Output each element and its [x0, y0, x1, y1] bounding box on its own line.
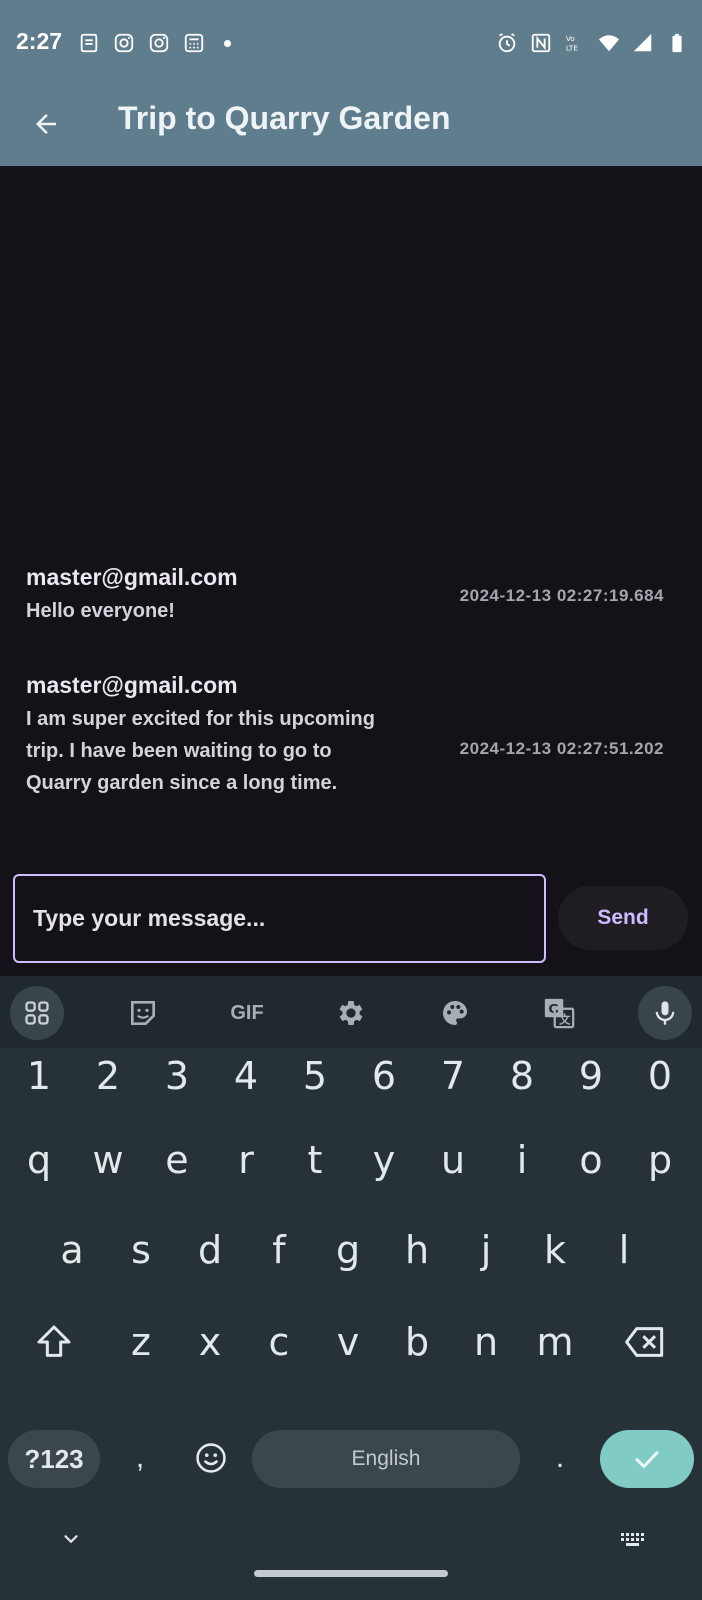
instagram-icon — [149, 33, 169, 53]
message-timestamp: 2024-12-13 02:27:19.684 — [459, 586, 664, 605]
key-h[interactable]: h — [387, 1220, 447, 1280]
enter-key[interactable] — [600, 1430, 694, 1488]
message-input[interactable] — [13, 874, 546, 963]
key-v[interactable]: v — [318, 1312, 378, 1372]
composer: Send — [0, 866, 702, 976]
signal-icon — [633, 33, 652, 52]
key-3[interactable]: 3 — [147, 1046, 207, 1106]
key-r[interactable]: r — [216, 1130, 276, 1190]
key-t[interactable]: t — [285, 1130, 345, 1190]
key-j[interactable]: j — [456, 1220, 516, 1280]
key-u[interactable]: u — [423, 1130, 483, 1190]
key-o[interactable]: o — [561, 1130, 621, 1190]
key-g[interactable]: g — [318, 1220, 378, 1280]
backspace-icon — [625, 1327, 664, 1357]
comma-key[interactable]: , — [120, 1428, 160, 1488]
system-icons: Vo LTE — [496, 32, 688, 54]
chat-list[interactable]: master@gmail.com Hello everyone! 2024-12… — [0, 166, 702, 866]
key-e[interactable]: e — [147, 1130, 207, 1190]
alarm-icon — [498, 33, 516, 53]
shift-key[interactable] — [24, 1312, 84, 1372]
key-5[interactable]: 5 — [285, 1046, 345, 1106]
key-c[interactable]: c — [249, 1312, 309, 1372]
svg-text:Vo: Vo — [566, 34, 575, 43]
app-bar: Trip to Quarry Garden — [0, 86, 702, 166]
check-icon — [635, 1451, 659, 1468]
key-x[interactable]: x — [180, 1312, 240, 1372]
key-m[interactable]: m — [525, 1312, 585, 1372]
sticker-icon[interactable] — [116, 986, 170, 1040]
message-item: master@gmail.com I am super excited for … — [26, 672, 676, 799]
nfc-icon — [531, 33, 551, 53]
key-z[interactable]: z — [111, 1312, 171, 1372]
soft-keyboard: GIF G文 1 2 3 4 5 6 7 8 9 0 q w e r t y u — [0, 976, 702, 1600]
key-p[interactable]: p — [630, 1130, 690, 1190]
key-q[interactable]: q — [9, 1130, 69, 1190]
key-7[interactable]: 7 — [423, 1046, 483, 1106]
back-button[interactable] — [26, 104, 66, 144]
key-y[interactable]: y — [354, 1130, 414, 1190]
key-n[interactable]: n — [456, 1312, 516, 1372]
symbols-key[interactable]: ?123 — [8, 1430, 100, 1488]
key-2[interactable]: 2 — [78, 1046, 138, 1106]
battery-icon — [672, 33, 682, 53]
hide-keyboard-button[interactable] — [56, 1524, 86, 1554]
period-key[interactable]: . — [540, 1428, 580, 1488]
wifi-icon — [598, 35, 620, 52]
key-b[interactable]: b — [387, 1312, 447, 1372]
gif-button[interactable]: GIF — [220, 986, 274, 1040]
key-f[interactable]: f — [249, 1220, 309, 1280]
key-d[interactable]: d — [180, 1220, 240, 1280]
message-text: I am super excited for this upcoming tri… — [26, 708, 375, 794]
message-timestamp: 2024-12-13 02:27:51.202 — [459, 739, 664, 758]
settings-icon[interactable] — [324, 986, 378, 1040]
translate-icon[interactable]: G文 — [532, 986, 586, 1040]
palette-icon[interactable] — [428, 986, 482, 1040]
apps-icon[interactable] — [10, 986, 64, 1040]
key-6[interactable]: 6 — [354, 1046, 414, 1106]
key-s[interactable]: s — [111, 1220, 171, 1280]
key-k[interactable]: k — [525, 1220, 585, 1280]
space-key[interactable]: English — [252, 1430, 520, 1488]
mic-icon[interactable] — [638, 986, 692, 1040]
emoji-key[interactable] — [186, 1428, 236, 1488]
volte-icon: VoLTE — [566, 34, 579, 52]
arrow-back-icon — [36, 114, 56, 134]
key-1[interactable]: 1 — [9, 1046, 69, 1106]
keyboard-toolbar: GIF G文 — [0, 976, 702, 1048]
svg-text:文: 文 — [559, 1013, 571, 1027]
status-bar: 2:27 Vo LTE — [0, 0, 702, 86]
home-indicator[interactable] — [254, 1570, 448, 1577]
key-w[interactable]: w — [78, 1130, 138, 1190]
backspace-key[interactable] — [615, 1312, 675, 1372]
notification-icons — [78, 32, 231, 54]
send-button[interactable]: Send — [558, 886, 688, 950]
chevron-down-icon — [64, 1535, 78, 1544]
svg-text:LTE: LTE — [566, 43, 579, 52]
key-4[interactable]: 4 — [216, 1046, 276, 1106]
message-sender: master@gmail.com — [26, 672, 238, 698]
key-0[interactable]: 0 — [630, 1046, 690, 1106]
dot-icon — [224, 39, 231, 47]
key-8[interactable]: 8 — [492, 1046, 552, 1106]
message-text: Hello everyone! — [26, 600, 175, 622]
key-l[interactable]: l — [594, 1220, 654, 1280]
key-9[interactable]: 9 — [561, 1046, 621, 1106]
key-a[interactable]: a — [42, 1220, 102, 1280]
keyboard-icon — [621, 1533, 644, 1546]
shift-icon — [37, 1325, 71, 1357]
page-title: Trip to Quarry Garden — [118, 100, 451, 136]
message-item: master@gmail.com Hello everyone! 2024-12… — [26, 564, 676, 627]
switch-keyboard-button[interactable] — [618, 1524, 648, 1554]
notes-icon — [80, 33, 98, 53]
key-i[interactable]: i — [492, 1130, 552, 1190]
emoji-icon — [196, 1443, 226, 1473]
calculator-icon — [184, 33, 204, 53]
status-time: 2:27 — [16, 28, 63, 54]
instagram-icon — [114, 33, 134, 53]
navigation-bar — [0, 1496, 702, 1600]
